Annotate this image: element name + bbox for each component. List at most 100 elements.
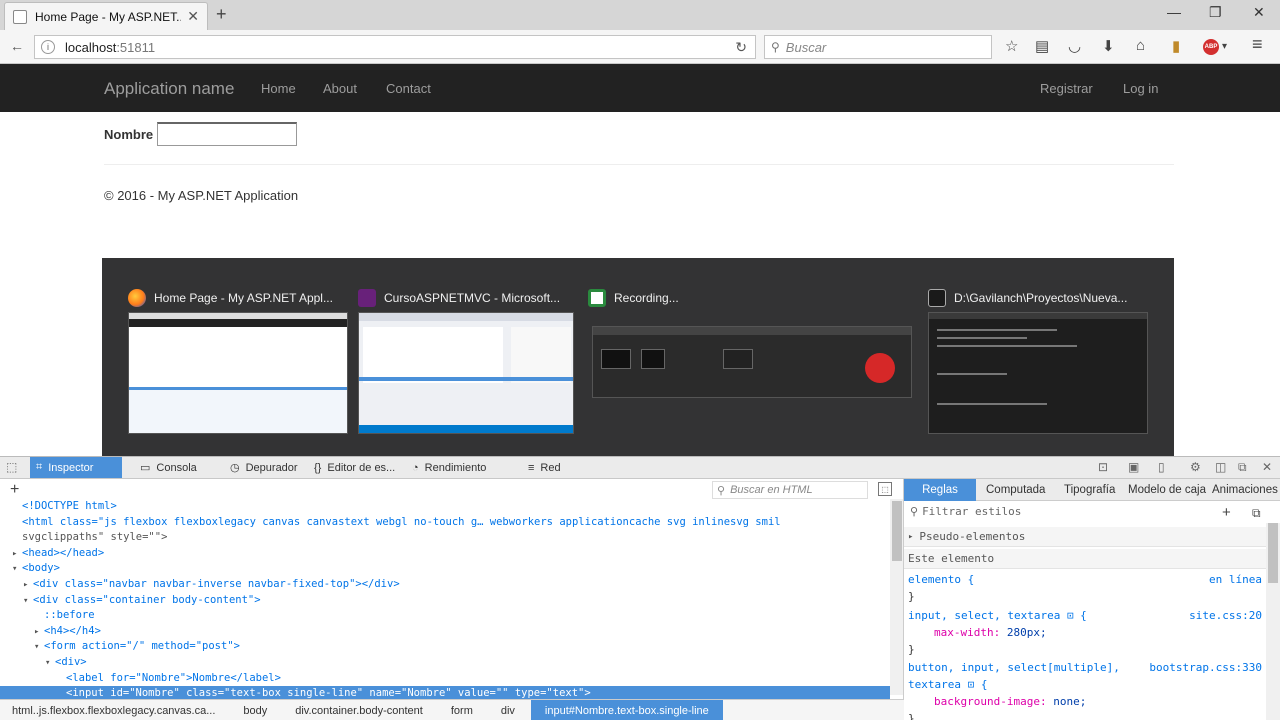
html-node[interactable]: ▾ <div class="container body-content"> — [0, 593, 890, 609]
tab-computed[interactable]: Computada — [978, 479, 1053, 501]
site-info-icon[interactable]: i — [41, 40, 55, 54]
thumb-firefox[interactable]: Home Page - My ASP.NET Appl... — [128, 286, 348, 436]
undock-icon[interactable]: ⧉ — [1238, 460, 1247, 475]
site-css-rule[interactable]: input, select, textarea ⊡ {site.css:20 m… — [904, 607, 1266, 658]
html-node[interactable]: <!DOCTYPE html> — [0, 499, 890, 515]
thumb-console[interactable]: D:\Gavilanch\Proyectos\Nueva... — [928, 286, 1148, 436]
tab-close-icon[interactable]: ✕ — [187, 8, 199, 25]
tab-debugger[interactable]: ◷ Depurador — [224, 457, 304, 478]
print-media-icon[interactable]: ⧉ — [1252, 506, 1261, 521]
abp-dropdown-icon[interactable]: ▾ — [1222, 41, 1227, 52]
html-scrollbar[interactable] — [890, 499, 903, 695]
breadcrumb-item[interactable]: div.container.body-content — [283, 700, 439, 720]
search-icon: ⚲ — [717, 484, 726, 497]
rules-scrollbar[interactable] — [1266, 523, 1280, 720]
menu-icon[interactable]: ≡ — [1252, 34, 1263, 55]
split-console-icon[interactable]: ◫ — [1215, 460, 1226, 474]
tab-console[interactable]: ▭ Consola — [134, 457, 203, 478]
expand-toggle-icon[interactable]: ▾ — [34, 640, 44, 656]
tab-label: Depurador — [245, 461, 298, 474]
html-node[interactable]: svgclippaths" style=""> — [0, 530, 890, 546]
star-icon[interactable]: ☆ — [1005, 37, 1018, 55]
abp-icon[interactable]: ABP — [1203, 39, 1219, 55]
html-node-text: <h4></h4> — [44, 624, 101, 637]
url-bar[interactable]: i localhost:51811 ↻ — [34, 35, 756, 59]
html-node-text: <div class="navbar navbar-inverse navbar… — [33, 577, 400, 590]
tab-performance[interactable]: ◔ Rendimiento — [406, 457, 492, 478]
screen: Home Page - My ASP.NET... ✕ + — ❐ ✕ ← i … — [0, 0, 1280, 720]
html-node[interactable]: ▾ <form action="/" method="post"> — [0, 639, 890, 655]
new-tab-button[interactable]: + — [216, 4, 227, 25]
back-icon[interactable]: ← — [10, 38, 24, 54]
close-devtools-icon[interactable]: ✕ — [1262, 460, 1272, 474]
home-icon[interactable]: ⌂ — [1136, 37, 1145, 54]
html-node[interactable]: ▸ <h4></h4> — [0, 624, 890, 640]
filter-styles-input[interactable]: ⚲ Filtrar estilos — [910, 505, 1021, 518]
html-tree[interactable]: <!DOCTYPE html> <html class="js flexbox f… — [0, 499, 890, 699]
thumb-camtasia[interactable]: Recording... — [588, 286, 912, 436]
html-node[interactable]: <label for="Nombre">Nombre</label> — [0, 671, 890, 687]
html-node-text: <!DOCTYPE html> — [22, 500, 117, 512]
browser-tab-strip: Home Page - My ASP.NET... ✕ + — ❐ ✕ — [0, 0, 1280, 30]
nombre-label: Nombre — [104, 126, 154, 142]
breadcrumb-item[interactable]: html..js.flexbox.flexboxlegacy.canvas.ca… — [0, 700, 231, 720]
html-node[interactable]: ▾ <div> — [0, 655, 890, 671]
tab-animations[interactable]: Animaciones — [1204, 479, 1280, 501]
add-rule-button[interactable]: + — [1222, 504, 1231, 521]
element-rule[interactable]: elemento {en línea } — [904, 571, 1266, 605]
bootstrap-css-rule[interactable]: button, input, select[multiple], bootstra… — [904, 659, 1266, 720]
nav-home-link[interactable]: Home — [261, 81, 296, 96]
responsive-picker-icon[interactable]: ⬚ — [6, 460, 17, 474]
expand-toggle-icon[interactable]: ▾ — [23, 594, 33, 610]
browser-toolbar: ← i localhost:51811 ↻ ⚲ Buscar ☆ ▤ ◡ ⬇ ⌂… — [0, 30, 1280, 64]
close-window-button[interactable]: ✕ — [1253, 4, 1265, 21]
nombre-input[interactable] — [157, 122, 298, 146]
brand-link[interactable]: Application name — [104, 79, 234, 99]
tab-inspector[interactable]: ⌗ Inspector — [30, 457, 122, 478]
html-node-selected[interactable]: <input id="Nombre" class="text-box singl… — [0, 686, 890, 699]
register-link[interactable]: Registrar — [1040, 81, 1093, 96]
browser-tab[interactable]: Home Page - My ASP.NET... ✕ — [4, 2, 208, 30]
thumb-visual-studio[interactable]: CursoASPNETMVC - Microsoft... — [358, 286, 574, 436]
expand-toggle-icon[interactable]: ▾ — [12, 562, 22, 578]
html-search-input[interactable]: ⚲ Buscar en HTML — [712, 481, 868, 499]
settings-gear-icon[interactable]: ⚙ — [1190, 460, 1201, 474]
breadcrumb-item[interactable]: form — [439, 700, 489, 720]
breadcrumb-item[interactable]: input#Nombre.text-box.single-line — [530, 699, 723, 720]
eyedropper-icon[interactable]: ⬚ — [878, 482, 892, 496]
breadcrumb-item[interactable]: div — [489, 700, 531, 720]
breadcrumb-item[interactable]: body — [231, 700, 283, 720]
html-node[interactable]: <html class="js flexbox flexboxlegacy ca… — [0, 515, 890, 531]
nav-contact-link[interactable]: Contact — [386, 81, 431, 96]
reading-list-icon[interactable]: ▤ — [1035, 37, 1049, 55]
reload-icon[interactable]: ↻ — [735, 39, 747, 56]
expand-toggle-icon[interactable]: ▸ — [12, 547, 22, 563]
tab-rules[interactable]: Reglas — [904, 479, 976, 501]
expand-toggle-icon[interactable]: ▾ — [45, 656, 55, 672]
pocket-icon[interactable]: ◡ — [1068, 37, 1081, 55]
tab-network[interactable]: ≡ Red — [522, 457, 567, 478]
html-node[interactable]: ▸ <div class="navbar navbar-inverse navba… — [0, 577, 890, 593]
html-node[interactable]: ▸ <head></head> — [0, 546, 890, 562]
nav-about-link[interactable]: About — [323, 81, 357, 96]
search-input[interactable]: ⚲ Buscar — [764, 35, 992, 59]
expand-toggle-icon[interactable]: ▸ — [23, 578, 33, 594]
download-icon[interactable]: ⬇ — [1102, 37, 1115, 55]
maximize-button[interactable]: ❐ — [1209, 4, 1222, 21]
expand-toggle-icon[interactable]: ▸ — [34, 625, 44, 641]
html-node[interactable]: ::before — [0, 608, 890, 624]
login-link[interactable]: Log in — [1123, 81, 1158, 96]
pseudo-elements-section[interactable]: ▸ Pseudo-elementos — [904, 527, 1266, 547]
html-node[interactable]: ▾ <body> — [0, 561, 890, 577]
add-node-button[interactable]: + — [10, 481, 19, 499]
bookmark-icon[interactable]: ▮ — [1172, 37, 1180, 55]
scratchpad-icon[interactable]: ▣ — [1128, 460, 1139, 474]
tab-style-editor[interactable]: {} Editor de es... — [308, 457, 401, 478]
html-node-text: <input id="Nombre" class="text-box singl… — [66, 687, 591, 699]
tab-box-model[interactable]: Modelo de caja — [1120, 479, 1214, 501]
site-navbar: Application name Home About Contact Regi… — [0, 64, 1280, 112]
responsive-design-icon[interactable]: ⊡ — [1098, 460, 1108, 474]
tab-fonts[interactable]: Tipografía — [1056, 479, 1123, 501]
dock-icon[interactable]: ▯ — [1158, 460, 1165, 474]
minimize-button[interactable]: — — [1167, 4, 1181, 20]
